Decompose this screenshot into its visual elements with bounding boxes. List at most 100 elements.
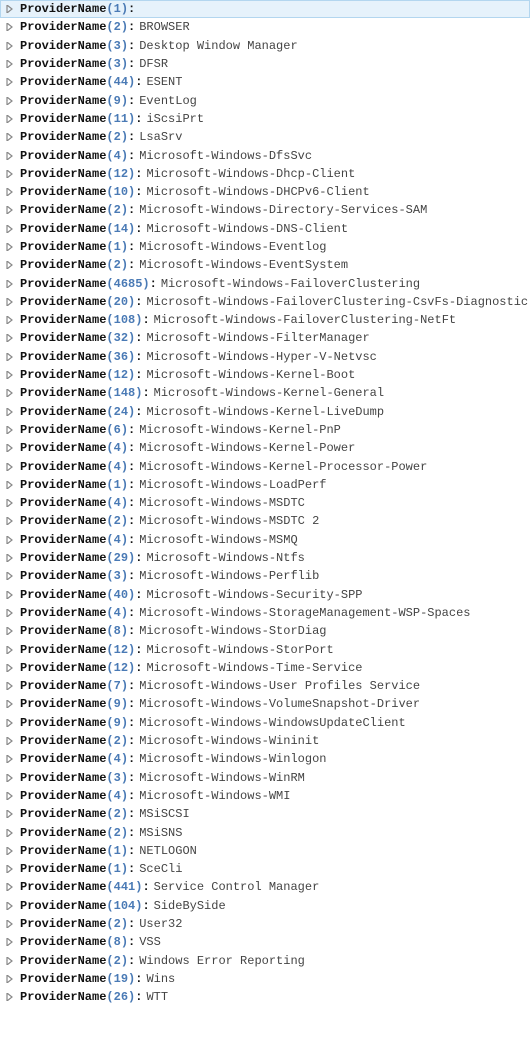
tree-row[interactable]: ProviderName (4):Microsoft-Windows-WMI bbox=[0, 787, 530, 805]
chevron-right-icon[interactable] bbox=[4, 150, 16, 162]
chevron-right-icon[interactable] bbox=[4, 955, 16, 967]
tree-row[interactable]: ProviderName (12):Microsoft-Windows-Dhcp… bbox=[0, 165, 530, 183]
chevron-right-icon[interactable] bbox=[4, 479, 16, 491]
chevron-right-icon[interactable] bbox=[4, 442, 16, 454]
tree-row[interactable]: ProviderName (104):SideBySide bbox=[0, 897, 530, 915]
tree-row[interactable]: ProviderName (44):ESENT bbox=[0, 73, 530, 91]
chevron-right-icon[interactable] bbox=[4, 607, 16, 619]
tree-row[interactable]: ProviderName (4):Microsoft-Windows-Kerne… bbox=[0, 457, 530, 475]
tree-row[interactable]: ProviderName (4):Microsoft-Windows-Winlo… bbox=[0, 750, 530, 768]
tree-row[interactable]: ProviderName (11):iScsiPrt bbox=[0, 110, 530, 128]
tree-row[interactable]: ProviderName (3):Desktop Window Manager bbox=[0, 37, 530, 55]
chevron-right-icon[interactable] bbox=[4, 790, 16, 802]
tree-row[interactable]: ProviderName (26):WTT bbox=[0, 988, 530, 1006]
chevron-right-icon[interactable] bbox=[4, 515, 16, 527]
tree-row[interactable]: ProviderName (2):Windows Error Reporting bbox=[0, 951, 530, 969]
chevron-right-icon[interactable] bbox=[4, 662, 16, 674]
chevron-right-icon[interactable] bbox=[4, 3, 16, 15]
tree-row[interactable]: ProviderName (4):Microsoft-Windows-MSMQ bbox=[0, 531, 530, 549]
tree-row[interactable]: ProviderName (2):MSiSCSI bbox=[0, 805, 530, 823]
tree-row[interactable]: ProviderName (2):Microsoft-Windows-Event… bbox=[0, 256, 530, 274]
tree-row[interactable]: ProviderName (2):MSiSNS bbox=[0, 823, 530, 841]
chevron-right-icon[interactable] bbox=[4, 40, 16, 52]
tree-row[interactable]: ProviderName (1):Microsoft-Windows-LoadP… bbox=[0, 476, 530, 494]
tree-row[interactable]: ProviderName (9):Microsoft-Windows-Volum… bbox=[0, 695, 530, 713]
chevron-right-icon[interactable] bbox=[4, 973, 16, 985]
tree-row[interactable]: ProviderName (14):Microsoft-Windows-DNS-… bbox=[0, 220, 530, 238]
tree-row[interactable]: ProviderName (4):Microsoft-Windows-DfsSv… bbox=[0, 146, 530, 164]
tree-row[interactable]: ProviderName (4):Microsoft-Windows-MSDTC bbox=[0, 494, 530, 512]
chevron-right-icon[interactable] bbox=[4, 186, 16, 198]
tree-row[interactable]: ProviderName (4):Microsoft-Windows-Stora… bbox=[0, 604, 530, 622]
tree-row[interactable]: ProviderName (9):Microsoft-Windows-Windo… bbox=[0, 714, 530, 732]
tree-row[interactable]: ProviderName (2):Microsoft-Windows-MSDTC… bbox=[0, 512, 530, 530]
chevron-right-icon[interactable] bbox=[4, 589, 16, 601]
tree-row[interactable]: ProviderName (12):Microsoft-Windows-Time… bbox=[0, 659, 530, 677]
chevron-right-icon[interactable] bbox=[4, 845, 16, 857]
chevron-right-icon[interactable] bbox=[4, 936, 16, 948]
chevron-right-icon[interactable] bbox=[4, 58, 16, 70]
chevron-right-icon[interactable] bbox=[4, 168, 16, 180]
tree-row[interactable]: ProviderName (3):Microsoft-Windows-Perfl… bbox=[0, 567, 530, 585]
chevron-right-icon[interactable] bbox=[4, 369, 16, 381]
chevron-right-icon[interactable] bbox=[4, 497, 16, 509]
tree-row[interactable]: ProviderName (32):Microsoft-Windows-Filt… bbox=[0, 329, 530, 347]
chevron-right-icon[interactable] bbox=[4, 735, 16, 747]
tree-row[interactable]: ProviderName (2):LsaSrv bbox=[0, 128, 530, 146]
tree-row[interactable]: ProviderName (24):Microsoft-Windows-Kern… bbox=[0, 403, 530, 421]
chevron-right-icon[interactable] bbox=[4, 991, 16, 1003]
chevron-right-icon[interactable] bbox=[4, 76, 16, 88]
tree-row[interactable]: ProviderName (2):BROWSER bbox=[0, 18, 530, 36]
chevron-right-icon[interactable] bbox=[4, 296, 16, 308]
chevron-right-icon[interactable] bbox=[4, 424, 16, 436]
tree-row[interactable]: ProviderName (12):Microsoft-Windows-Stor… bbox=[0, 640, 530, 658]
tree-row[interactable]: ProviderName (10):Microsoft-Windows-DHCP… bbox=[0, 183, 530, 201]
tree-row[interactable]: ProviderName (8):VSS bbox=[0, 933, 530, 951]
chevron-right-icon[interactable] bbox=[4, 644, 16, 656]
tree-row[interactable]: ProviderName (1):Microsoft-Windows-Event… bbox=[0, 238, 530, 256]
chevron-right-icon[interactable] bbox=[4, 314, 16, 326]
chevron-right-icon[interactable] bbox=[4, 534, 16, 546]
tree-row[interactable]: ProviderName (7):Microsoft-Windows-User … bbox=[0, 677, 530, 695]
chevron-right-icon[interactable] bbox=[4, 625, 16, 637]
chevron-right-icon[interactable] bbox=[4, 808, 16, 820]
chevron-right-icon[interactable] bbox=[4, 387, 16, 399]
chevron-right-icon[interactable] bbox=[4, 827, 16, 839]
chevron-right-icon[interactable] bbox=[4, 278, 16, 290]
tree-row[interactable]: ProviderName (2):User32 bbox=[0, 915, 530, 933]
chevron-right-icon[interactable] bbox=[4, 332, 16, 344]
chevron-right-icon[interactable] bbox=[4, 241, 16, 253]
chevron-right-icon[interactable] bbox=[4, 570, 16, 582]
tree-row[interactable]: ProviderName (3):Microsoft-Windows-WinRM bbox=[0, 768, 530, 786]
tree-row[interactable]: ProviderName (3):DFSR bbox=[0, 55, 530, 73]
tree-row[interactable]: ProviderName (1):SceCli bbox=[0, 860, 530, 878]
tree-row[interactable]: ProviderName (29):Microsoft-Windows-Ntfs bbox=[0, 549, 530, 567]
tree-row[interactable]: ProviderName (19):Wins bbox=[0, 970, 530, 988]
tree-row[interactable]: ProviderName (2):Microsoft-Windows-Direc… bbox=[0, 201, 530, 219]
tree-row[interactable]: ProviderName (20):Microsoft-Windows-Fail… bbox=[0, 293, 530, 311]
chevron-right-icon[interactable] bbox=[4, 406, 16, 418]
chevron-right-icon[interactable] bbox=[4, 259, 16, 271]
tree-row[interactable]: ProviderName (148):Microsoft-Windows-Ker… bbox=[0, 384, 530, 402]
tree-row[interactable]: ProviderName (6):Microsoft-Windows-Kerne… bbox=[0, 421, 530, 439]
chevron-right-icon[interactable] bbox=[4, 223, 16, 235]
tree-row[interactable]: ProviderName (4685):Microsoft-Windows-Fa… bbox=[0, 274, 530, 292]
tree-row[interactable]: ProviderName (36):Microsoft-Windows-Hype… bbox=[0, 348, 530, 366]
chevron-right-icon[interactable] bbox=[4, 131, 16, 143]
chevron-right-icon[interactable] bbox=[4, 900, 16, 912]
chevron-right-icon[interactable] bbox=[4, 753, 16, 765]
chevron-right-icon[interactable] bbox=[4, 863, 16, 875]
tree-row[interactable]: ProviderName (9):EventLog bbox=[0, 91, 530, 109]
chevron-right-icon[interactable] bbox=[4, 351, 16, 363]
chevron-right-icon[interactable] bbox=[4, 95, 16, 107]
tree-row[interactable]: ProviderName (40):Microsoft-Windows-Secu… bbox=[0, 586, 530, 604]
tree-row[interactable]: ProviderName (2):Microsoft-Windows-Winin… bbox=[0, 732, 530, 750]
tree-row[interactable]: ProviderName (441):Service Control Manag… bbox=[0, 878, 530, 896]
chevron-right-icon[interactable] bbox=[4, 552, 16, 564]
chevron-right-icon[interactable] bbox=[4, 881, 16, 893]
tree-row[interactable]: ProviderName (1):NETLOGON bbox=[0, 842, 530, 860]
chevron-right-icon[interactable] bbox=[4, 698, 16, 710]
chevron-right-icon[interactable] bbox=[4, 21, 16, 33]
chevron-right-icon[interactable] bbox=[4, 461, 16, 473]
tree-row[interactable]: ProviderName (12):Microsoft-Windows-Kern… bbox=[0, 366, 530, 384]
